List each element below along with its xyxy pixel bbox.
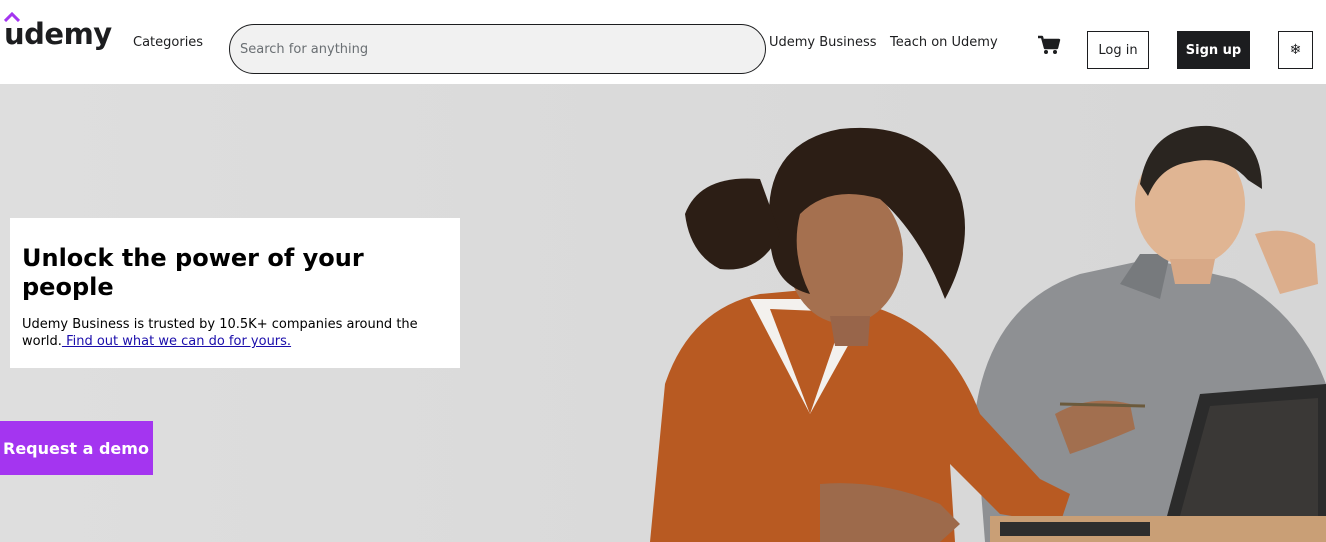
request-demo-button[interactable]: Request a demo bbox=[0, 421, 153, 475]
search-bar[interactable] bbox=[229, 24, 766, 74]
language-button[interactable]: ❄ bbox=[1278, 31, 1313, 69]
find-out-more-link[interactable]: Find out what we can do for yours. bbox=[62, 334, 291, 349]
search-input[interactable] bbox=[240, 25, 755, 73]
hero-banner: Unlock the power of your people Udemy Bu… bbox=[0, 84, 1326, 542]
hero-description: Udemy Business is trusted by 10.5K+ comp… bbox=[22, 316, 448, 350]
udemy-business-link[interactable]: Udemy Business bbox=[769, 34, 877, 51]
shopping-cart-icon[interactable] bbox=[1036, 34, 1062, 56]
teach-on-udemy-link[interactable]: Teach on Udemy bbox=[890, 34, 998, 51]
udemy-logo[interactable]: udemy bbox=[4, 12, 112, 56]
hero-title: Unlock the power of your people bbox=[22, 244, 364, 301]
categories-link[interactable]: Categories bbox=[133, 34, 203, 51]
top-navigation-bar: udemy Categories Udemy Business Teach on… bbox=[0, 0, 1326, 84]
logo-text: udemy bbox=[4, 17, 112, 51]
hero-text-card: Unlock the power of your people Udemy Bu… bbox=[10, 218, 460, 368]
login-button[interactable]: Log in bbox=[1087, 31, 1149, 69]
globe-icon: ❄ bbox=[1289, 42, 1302, 58]
signup-button[interactable]: Sign up bbox=[1177, 31, 1250, 69]
